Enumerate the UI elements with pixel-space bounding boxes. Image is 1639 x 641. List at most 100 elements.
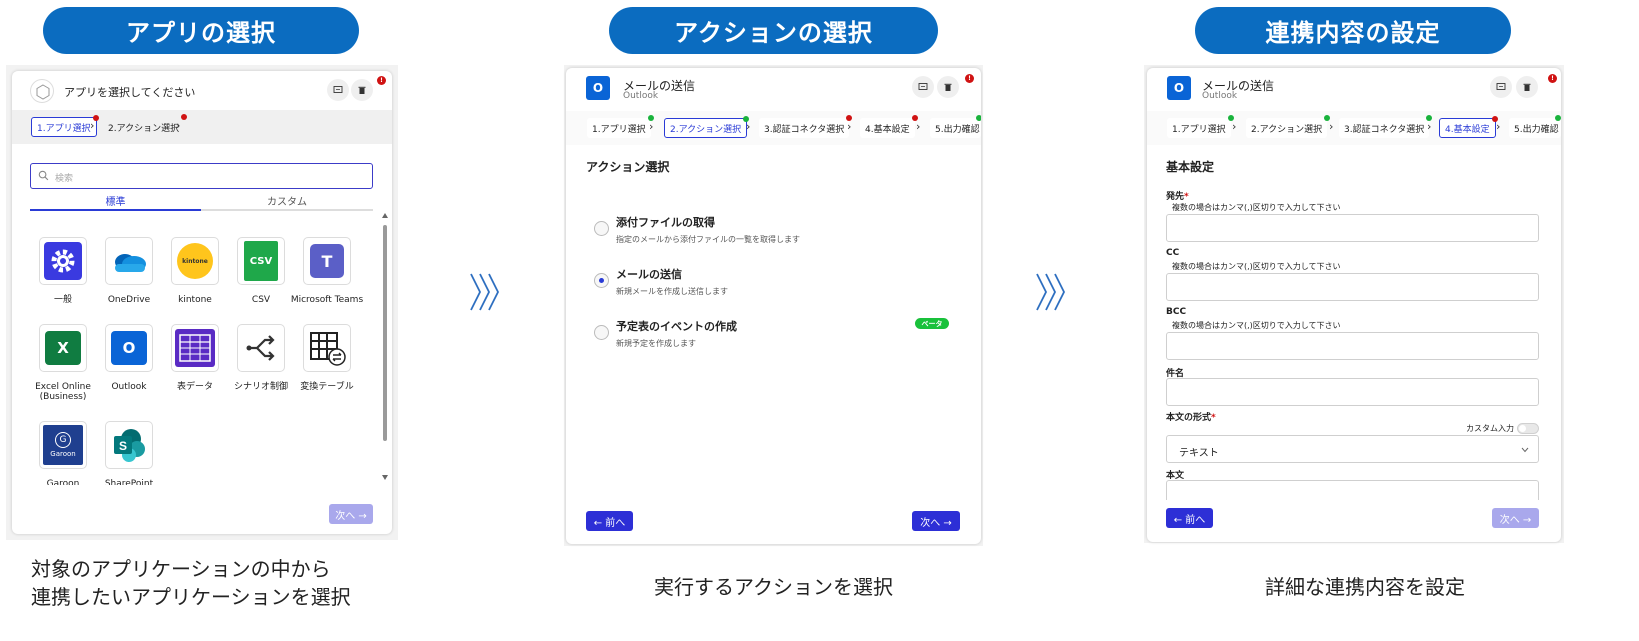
bcc-input[interactable] (1166, 332, 1539, 360)
app-tile-garoon[interactable]: G Garoon (39, 421, 87, 469)
search-input[interactable]: 検索 (30, 163, 373, 189)
to-help: 複数の場合はカンマ(,)区切りで入力して下さい (1172, 203, 1341, 212)
app-label: Microsoft Teams (290, 295, 364, 305)
comment-icon (333, 86, 343, 93)
option-title: メールの送信 (616, 268, 682, 281)
teams-icon: T (310, 244, 344, 278)
next-button[interactable]: 次へ → (912, 511, 960, 531)
excel-icon: X (45, 331, 81, 365)
next-button[interactable]: 次へ → (1492, 508, 1539, 528)
step-3[interactable]: 3.認証コネクタ選択 (1339, 115, 1433, 138)
app-label: 変換テーブル (300, 382, 354, 392)
search-icon (38, 170, 49, 181)
step-5[interactable]: 5.出力確認 (930, 115, 981, 138)
convert-table-icon (310, 332, 346, 366)
format-label: 本文の形式* (1166, 413, 1216, 423)
scroll-up-icon (382, 213, 388, 218)
app-tile-scenario[interactable] (237, 324, 285, 372)
scroll-thumb[interactable] (383, 225, 387, 441)
prev-button[interactable]: ← 前へ (586, 511, 633, 531)
outlook-logo-icon: O (586, 76, 610, 100)
option-desc: 新規予定を作成します (616, 339, 696, 348)
custom-input-toggle[interactable] (1517, 423, 1539, 434)
section1-heading: アプリの選択 (43, 7, 359, 54)
app-label: SharePoint (104, 479, 154, 485)
delete-button[interactable] (937, 76, 959, 98)
format-select-value: テキスト (1179, 448, 1219, 459)
tab-custom[interactable]: カスタム (201, 193, 373, 211)
body-input[interactable] (1166, 480, 1539, 500)
scenario-icon (246, 335, 275, 361)
section-title: アクション選択 (586, 160, 670, 174)
trash-icon (944, 83, 952, 91)
app-tile-teams[interactable]: T (303, 237, 351, 285)
delete-button[interactable] (351, 79, 373, 101)
scroll-down-icon (382, 475, 388, 480)
step-1[interactable]: 1.アプリ選択 (31, 115, 99, 137)
app-placeholder-icon (30, 79, 54, 103)
chevron-right-icon: › (649, 120, 654, 133)
action-select-panel: O メールの送信 Outlook ! 1.アプリ選択 › 2.アクション選択 ›… (566, 68, 981, 544)
step-4[interactable]: 4.基本設定 (860, 115, 918, 138)
outlook-icon: O (111, 331, 147, 365)
header-subtitle: Outlook (623, 91, 659, 101)
format-select[interactable]: テキスト (1166, 435, 1539, 463)
search-placeholder: 検索 (55, 174, 74, 184)
section-title: 基本設定 (1166, 160, 1215, 174)
step-1[interactable]: 1.アプリ選択 (1167, 115, 1234, 138)
step-1[interactable]: 1.アプリ選択 (587, 115, 654, 138)
step-5[interactable]: 5.出力確認 (1509, 115, 1561, 138)
app-tile-convert-table[interactable] (303, 324, 351, 372)
subject-input[interactable] (1166, 378, 1539, 406)
radio-send-mail[interactable] (594, 273, 609, 288)
step-2[interactable]: 2.アクション選択 (1246, 115, 1331, 138)
cc-input[interactable] (1166, 273, 1539, 301)
chevron-right-icon: › (916, 120, 921, 133)
comment-button[interactable] (912, 76, 934, 98)
scrollbar[interactable] (381, 213, 389, 483)
section3-caption: 詳細な連携内容を設定 (1265, 575, 1465, 599)
step-2[interactable]: 2.アクション選択 (664, 116, 750, 138)
flow-arrow-icon (470, 273, 500, 311)
chevron-right-icon: › (176, 119, 181, 132)
app-tile-outlook[interactable]: O (105, 324, 153, 372)
step-2[interactable]: 2.アクション選択 (103, 114, 188, 137)
kintone-icon: kintone (177, 243, 213, 279)
to-input[interactable] (1166, 214, 1539, 242)
section2-caption: 実行するアクションを選択 (654, 575, 893, 599)
comment-button[interactable] (327, 79, 349, 101)
sharepoint-icon: S (114, 429, 145, 462)
app-tile-csv[interactable]: CSV (237, 237, 285, 285)
comment-icon (1496, 83, 1506, 90)
delete-button[interactable] (1516, 76, 1538, 98)
comment-button[interactable] (1490, 76, 1512, 98)
app-tile-sharepoint[interactable]: S (105, 421, 153, 469)
chevron-right-icon: › (1329, 120, 1334, 133)
radio-create-event[interactable] (594, 325, 609, 340)
comment-icon (918, 83, 928, 90)
bcc-help: 複数の場合はカンマ(,)区切りで入力して下さい (1172, 321, 1341, 330)
app-tile-general[interactable] (39, 237, 87, 285)
onedrive-icon (115, 254, 146, 272)
step-3[interactable]: 3.認証コネクタ選択 (759, 115, 853, 138)
app-tile-onedrive[interactable] (105, 237, 153, 285)
option-title: 予定表のイベントの作成 (616, 320, 737, 333)
tab-standard[interactable]: 標準 (30, 193, 201, 211)
trash-icon (1523, 83, 1531, 91)
outlook-logo-icon: O (1167, 76, 1191, 100)
flow-arrow-icon (1036, 273, 1066, 311)
garoon-icon: G Garoon (43, 425, 83, 465)
step-4[interactable]: 4.基本設定 (1439, 116, 1498, 138)
chevron-down-icon (1521, 447, 1529, 453)
app-tile-table-data[interactable] (171, 324, 219, 372)
radio-get-attachments[interactable] (594, 221, 609, 236)
option-desc: 新規メールを作成し送信します (616, 287, 728, 296)
app-tile-excel[interactable]: X (39, 324, 87, 372)
chevron-right-icon: › (1496, 120, 1501, 133)
next-button[interactable]: 次へ → (329, 504, 373, 524)
prev-button[interactable]: ← 前へ (1166, 508, 1213, 528)
bcc-label: BCC (1166, 307, 1187, 317)
app-tile-kintone[interactable]: kintone (171, 237, 219, 285)
error-indicator: ! (965, 74, 974, 83)
trash-icon (358, 86, 366, 94)
